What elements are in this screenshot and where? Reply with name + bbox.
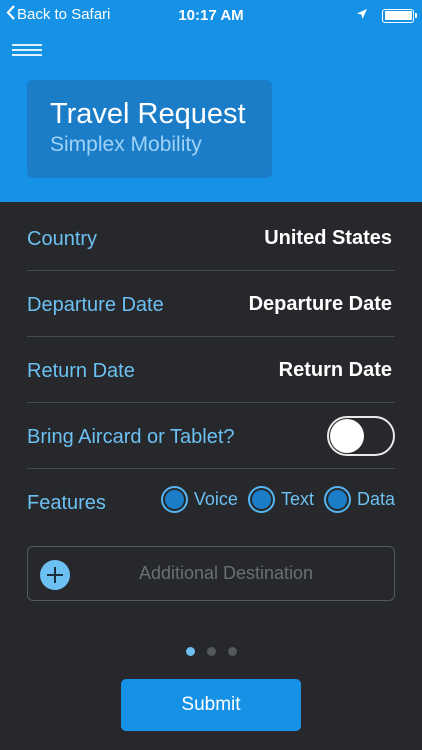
- features-row: Features Voice Text Data: [27, 469, 395, 535]
- radio-voice-label: Voice: [193, 489, 238, 509]
- radio-data[interactable]: Data: [323, 486, 395, 513]
- radio-voice-circle[interactable]: [160, 486, 188, 513]
- radio-text-circle[interactable]: [247, 486, 275, 513]
- radio-text[interactable]: Text: [247, 486, 314, 513]
- departure-date-value[interactable]: Departure Date: [249, 293, 392, 316]
- departure-date-row[interactable]: Departure Date Departure Date: [27, 271, 395, 337]
- page-dot[interactable]: [206, 647, 216, 656]
- page-indicator: [0, 647, 422, 656]
- aircard-label: Bring Aircard or Tablet?: [27, 426, 235, 448]
- radio-data-circle[interactable]: [323, 486, 351, 513]
- country-value[interactable]: United States: [264, 227, 392, 250]
- return-date-row[interactable]: Return Date Return Date: [27, 337, 395, 403]
- radio-voice[interactable]: Voice: [160, 486, 238, 513]
- submit-button[interactable]: Submit: [121, 679, 301, 731]
- features-label: Features: [27, 492, 106, 514]
- return-date-value[interactable]: Return Date: [279, 359, 392, 382]
- location-arrow-icon: [356, 7, 368, 24]
- return-date-label: Return Date: [27, 360, 135, 382]
- hamburger-menu-icon[interactable]: [12, 44, 42, 62]
- radio-data-label: Data: [356, 489, 395, 509]
- title-card: Travel Request Simplex Mobility: [27, 80, 272, 178]
- status-bar: Back to Safari 10:17 AM: [0, 0, 422, 30]
- page-title: Travel Request: [50, 98, 246, 130]
- additional-destination-button[interactable]: Additional Destination: [27, 546, 395, 601]
- page-dot[interactable]: [227, 647, 237, 656]
- features-radio-group: Voice Text Data: [151, 486, 395, 513]
- battery-level: [384, 11, 412, 20]
- country-row[interactable]: Country United States: [27, 205, 395, 271]
- country-label: Country: [27, 228, 98, 250]
- departure-date-label: Departure Date: [27, 294, 164, 316]
- battery-icon: [382, 8, 417, 23]
- header: Back to Safari 10:17 AM Travel Request S…: [0, 0, 422, 202]
- aircard-row: Bring Aircard or Tablet?: [27, 403, 395, 469]
- radio-text-label: Text: [280, 489, 314, 509]
- additional-destination-label: Additional Destination: [138, 563, 314, 583]
- page-subtitle: Simplex Mobility: [50, 133, 202, 156]
- page-dot[interactable]: [185, 647, 195, 656]
- toggle-knob: [330, 419, 364, 453]
- aircard-toggle[interactable]: [327, 416, 395, 456]
